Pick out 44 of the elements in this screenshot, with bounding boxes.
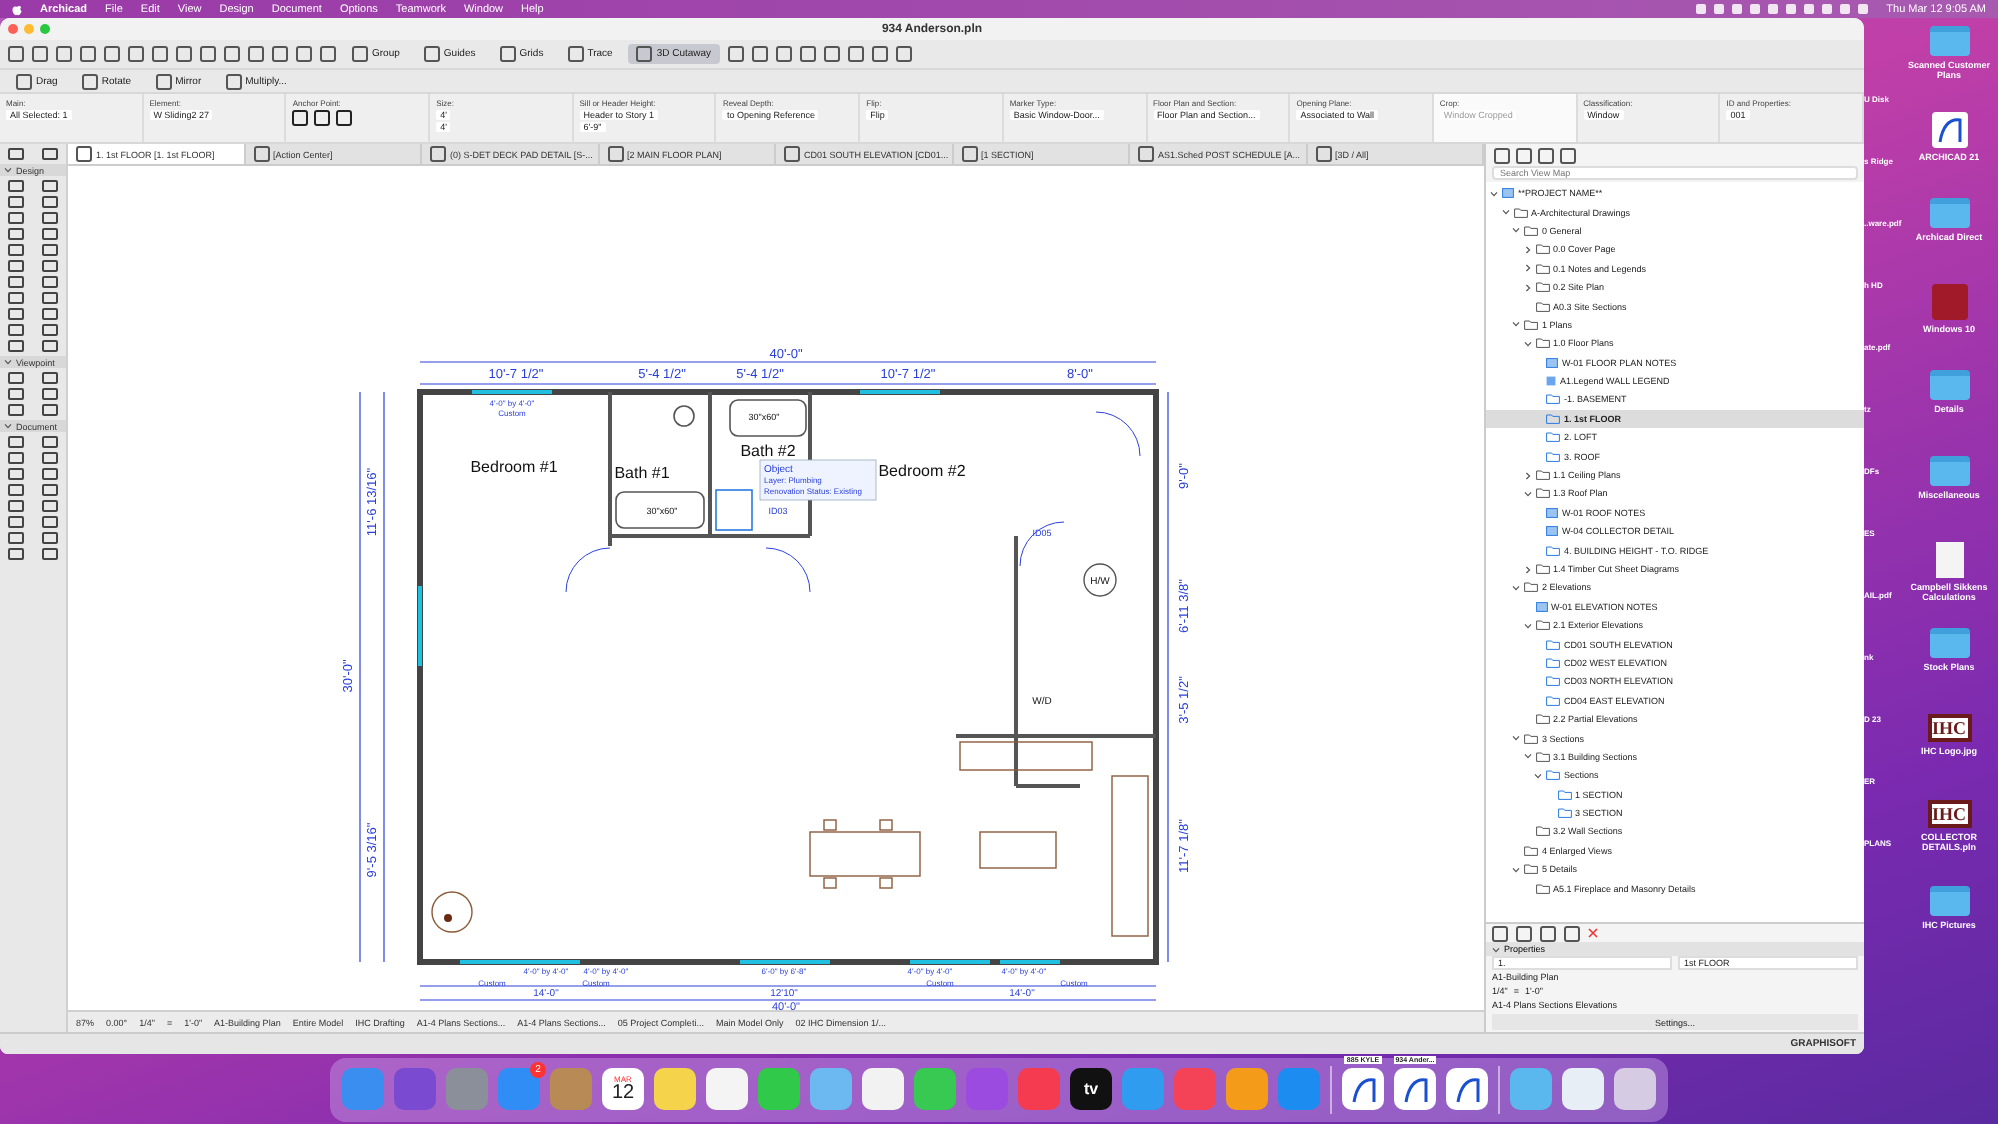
folder-icon[interactable]	[1929, 456, 1969, 486]
view-icon	[1535, 601, 1547, 612]
list-icon	[1546, 376, 1556, 387]
chevron-icon[interactable]	[1523, 565, 1531, 573]
marquee-tool-icon[interactable]	[41, 148, 58, 160]
chevron-icon[interactable]	[4, 358, 12, 366]
close-button[interactable]	[8, 24, 18, 34]
chevron-icon[interactable]	[1523, 471, 1531, 480]
arc-logo-icon	[1401, 1075, 1429, 1103]
dock-app-icon[interactable]: tv	[1070, 1068, 1112, 1110]
dock-app-icon[interactable]	[862, 1068, 904, 1110]
round-table-drawing	[431, 891, 473, 933]
chevron-icon[interactable]	[1523, 283, 1531, 292]
view-icon	[1502, 188, 1514, 199]
document-icon[interactable]	[1935, 542, 1963, 578]
view-icon	[1546, 357, 1558, 368]
folder-icon[interactable]	[1929, 628, 1969, 658]
arrow-tool-icon[interactable]	[8, 148, 25, 160]
dock-app-icon[interactable]	[654, 1068, 696, 1110]
apple-logo-icon[interactable]	[12, 3, 22, 15]
folder-icon[interactable]	[1929, 886, 1969, 916]
logo-image[interactable]: IHC	[1927, 714, 1971, 742]
arc-logo-icon	[1935, 116, 1963, 144]
dock-app-icon[interactable]	[1446, 1068, 1488, 1110]
room-label: Bedroom #1	[470, 458, 558, 476]
folder-icon[interactable]	[1929, 370, 1969, 400]
logo-image[interactable]: IHC	[1927, 800, 1971, 828]
chevron-icon[interactable]	[4, 422, 12, 430]
chevron-icon[interactable]	[1523, 264, 1531, 273]
arc-logo-icon	[1349, 1075, 1377, 1103]
window-preview[interactable]	[1562, 1068, 1604, 1110]
chevron-icon[interactable]	[4, 166, 12, 174]
dock-app-icon[interactable]	[706, 1068, 748, 1110]
room-label: Bath #2	[740, 442, 796, 460]
trash-icon[interactable]	[1614, 1068, 1656, 1110]
delete-icon[interactable]	[1588, 928, 1598, 938]
water-heater-drawing	[1083, 563, 1117, 597]
tooltip	[759, 459, 877, 501]
room-label: Bath #1	[614, 464, 670, 482]
room-label: Bedroom #2	[878, 462, 966, 480]
app-icon[interactable]	[1931, 112, 1967, 148]
chevron-icon[interactable]	[1523, 245, 1531, 254]
arc-logo-icon	[1453, 1075, 1481, 1103]
chevron-icon[interactable]	[1492, 945, 1500, 953]
